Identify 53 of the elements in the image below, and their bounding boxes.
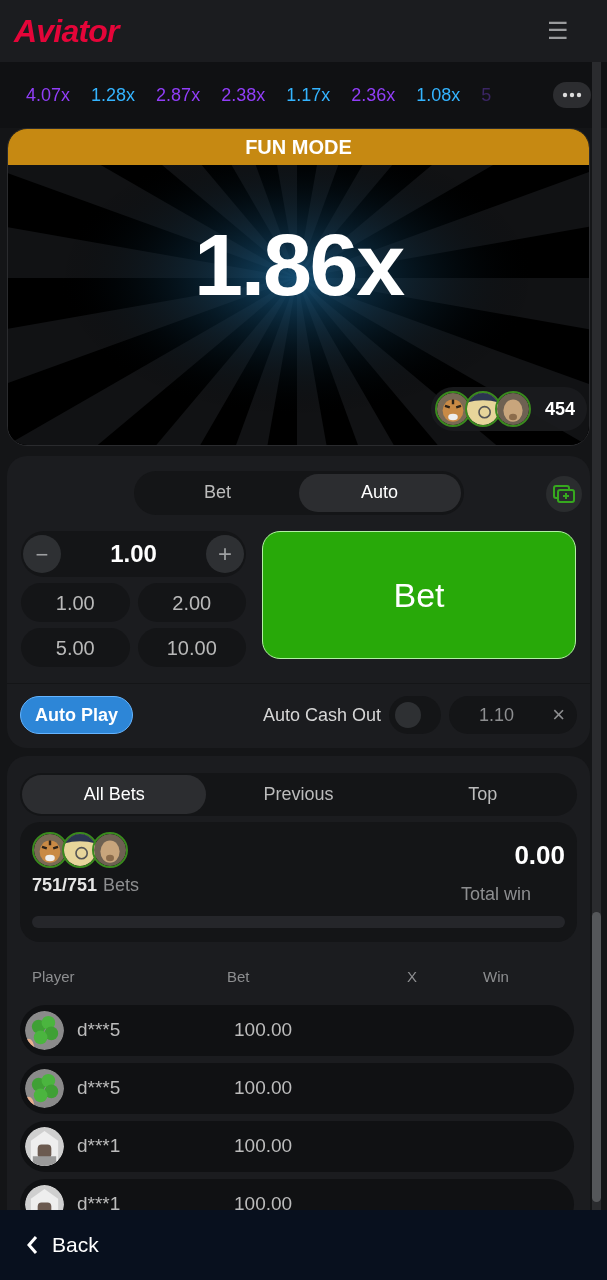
scrollbar[interactable] bbox=[592, 62, 601, 1210]
clear-button[interactable]: × bbox=[552, 704, 565, 726]
bets-count: 751/751 bbox=[32, 874, 98, 897]
toggle-switch[interactable] bbox=[389, 696, 441, 734]
plus-button[interactable]: + bbox=[206, 535, 244, 573]
players-count: 454 bbox=[544, 397, 575, 421]
total-win-value: 0.00 bbox=[514, 839, 565, 872]
quick-amount-button[interactable]: 5.00 bbox=[21, 628, 130, 667]
multiplier-value: 5 bbox=[481, 83, 492, 107]
bets-tab[interactable]: All Bets bbox=[22, 775, 207, 814]
bet-amount: 100.00 bbox=[234, 1191, 293, 1216]
fun-mode-banner: FUN MODE bbox=[8, 129, 589, 165]
bets-label: Bets bbox=[103, 874, 140, 897]
bet-amount: 100.00 bbox=[234, 1133, 293, 1158]
column-header: Player bbox=[32, 967, 76, 987]
multiplier-value: 4.07x bbox=[26, 83, 71, 107]
column-header: Bet bbox=[227, 967, 251, 987]
cash-out-field[interactable]: 1.10 × bbox=[449, 696, 577, 734]
add-bet-icon[interactable] bbox=[546, 476, 582, 512]
bets-tab[interactable]: Top bbox=[390, 775, 575, 814]
amount-value: 1.00 bbox=[110, 539, 157, 569]
minus-button[interactable]: − bbox=[23, 535, 61, 573]
menu-button[interactable]: ☰ bbox=[547, 19, 569, 43]
column-header: Win bbox=[483, 967, 509, 987]
player-name: d***5 bbox=[77, 1017, 122, 1042]
quick-amount-button[interactable]: 10.00 bbox=[137, 628, 246, 667]
multiplier-value: 1.08x bbox=[416, 83, 461, 107]
back-button[interactable]: Back bbox=[26, 1229, 99, 1261]
auto-play-button[interactable]: Auto Play bbox=[20, 696, 133, 734]
multiplier-value: 1.28x bbox=[91, 83, 136, 107]
multiplier-value: 2.36x bbox=[351, 83, 396, 107]
mode-tab[interactable]: Bet bbox=[136, 473, 299, 512]
multiplier-value: 1.17x bbox=[286, 83, 331, 107]
multiplier-display: 1.86x bbox=[192, 221, 406, 309]
multiplier-value: 2.38x bbox=[221, 83, 266, 107]
logo: Aviator bbox=[14, 12, 119, 51]
chevron-left-icon bbox=[26, 1235, 38, 1255]
auto-cash-out-label: Auto Cash Out bbox=[262, 703, 381, 727]
total-win-label: Total win bbox=[460, 883, 531, 906]
mode-tab[interactable]: Auto bbox=[298, 473, 461, 512]
player-name: d***1 bbox=[77, 1191, 122, 1216]
quick-amount-button[interactable]: 1.00 bbox=[21, 583, 130, 622]
bet-amount: 100.00 bbox=[234, 1017, 293, 1042]
amount-stepper[interactable]: − 1.00 + bbox=[21, 531, 246, 577]
quick-amount-button[interactable]: 2.00 bbox=[137, 583, 246, 622]
bets-tab[interactable]: Previous bbox=[206, 775, 391, 814]
player-name: d***1 bbox=[77, 1133, 122, 1158]
more-icon bbox=[553, 82, 591, 108]
column-header: X bbox=[407, 967, 418, 987]
cash-out-value: 1.10 bbox=[479, 703, 515, 727]
bet-amount: 100.00 bbox=[234, 1075, 293, 1100]
multiplier-value: 2.87x bbox=[156, 83, 201, 107]
player-name: d***5 bbox=[77, 1075, 122, 1100]
